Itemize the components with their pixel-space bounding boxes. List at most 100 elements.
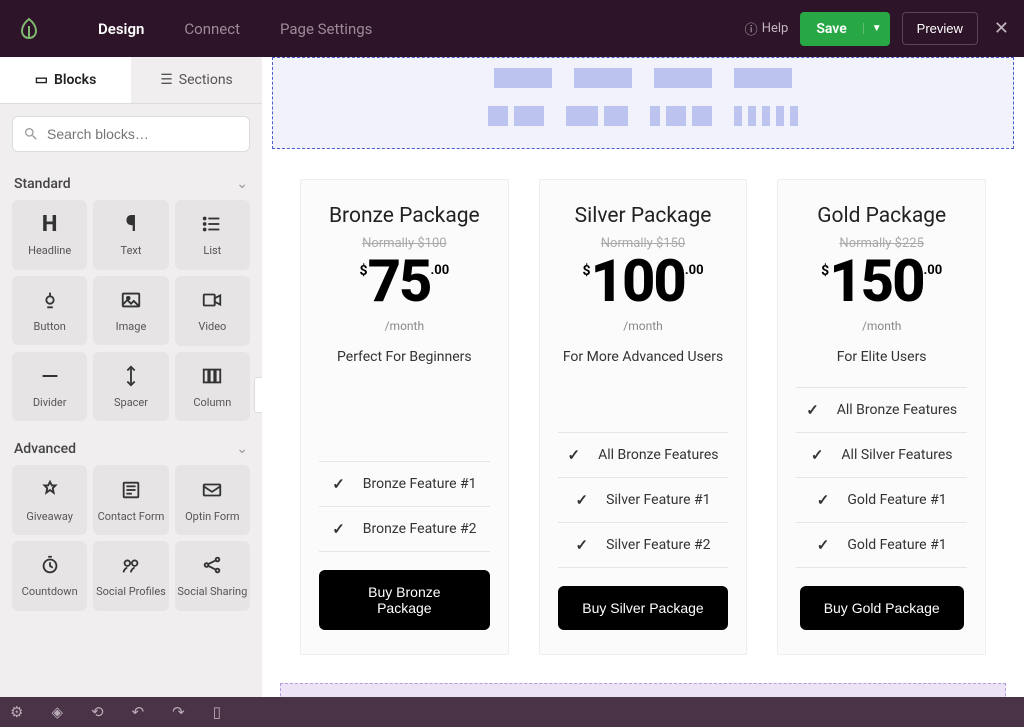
block-label: Text — [121, 244, 142, 257]
help-link[interactable]: ⓘ Help — [745, 19, 789, 38]
nav-tab-connect[interactable]: Connect — [184, 20, 240, 38]
feature-item: ✓Gold Feature #1 — [796, 478, 967, 523]
pricing-card[interactable]: Bronze Package Normally $100 $ 75 .00 /m… — [300, 179, 509, 655]
block-contactform[interactable]: Contact Form — [93, 465, 168, 535]
drop-zone[interactable]: ▥ ▭ or Drag a new block here — [280, 683, 1006, 697]
nav-tab-page-settings[interactable]: Page Settings — [280, 20, 372, 38]
block-giveaway[interactable]: Giveaway — [12, 465, 87, 535]
headline-icon: H — [42, 212, 58, 236]
block-list[interactable]: List — [175, 200, 250, 270]
pricing-row: Bronze Package Normally $100 $ 75 .00 /m… — [272, 179, 1014, 655]
check-icon: ✓ — [806, 401, 819, 419]
group-title: Standard — [14, 176, 71, 192]
spacer-icon — [120, 364, 142, 388]
block-label: Divider — [33, 396, 67, 409]
history-icon[interactable]: ⟲ — [91, 703, 104, 721]
column-icon — [201, 364, 223, 388]
block-label: Countdown — [22, 585, 78, 598]
block-text[interactable]: ¶Text — [93, 200, 168, 270]
save-label: Save — [800, 21, 862, 37]
block-label: Image — [116, 320, 147, 333]
price-decimal: .00 — [924, 263, 943, 278]
check-icon: ✓ — [576, 536, 589, 554]
redo-icon[interactable]: ↷ — [172, 703, 185, 721]
block-label: Column — [193, 396, 231, 409]
check-icon: ✓ — [576, 491, 589, 509]
top-bar: Design Connect Page Settings ⓘ Help Save… — [0, 0, 1024, 57]
blocks-icon: ▭ — [35, 72, 48, 88]
block-spacer[interactable]: Spacer — [93, 352, 168, 422]
check-icon: ✓ — [332, 475, 345, 493]
price-value: 150 — [829, 253, 923, 311]
sidebar: ▭ Blocks ☰ Sections Standard ⌄ HHeadline¶T… — [0, 57, 262, 697]
help-label: Help — [762, 21, 789, 36]
device-preview-icon[interactable]: ▯ — [213, 703, 221, 721]
undo-icon[interactable]: ↶ — [132, 703, 145, 721]
package-title: Bronze Package — [329, 204, 480, 228]
block-countdown[interactable]: Countdown — [12, 541, 87, 611]
optinform-icon — [201, 478, 223, 502]
check-icon: ✓ — [332, 520, 345, 538]
currency-symbol: $ — [821, 263, 829, 279]
block-optinform[interactable]: Optin Form — [175, 465, 250, 535]
block-socialsharing[interactable]: Social Sharing — [175, 541, 250, 611]
pricing-card[interactable]: Silver Package Normally $150 $ 100 .00 /… — [539, 179, 748, 655]
block-headline[interactable]: HHeadline — [12, 200, 87, 270]
socialsharing-icon — [201, 553, 223, 577]
block-label: List — [203, 244, 221, 257]
block-image[interactable]: Image — [93, 276, 168, 346]
block-label: Optin Form — [185, 510, 239, 523]
save-button[interactable]: Save ▼ — [800, 12, 889, 46]
chevron-down-icon: ⌄ — [236, 176, 248, 192]
check-icon: ✓ — [817, 491, 830, 509]
block-button[interactable]: Button — [12, 276, 87, 346]
button-icon — [39, 288, 61, 312]
feature-list: ✓Bronze Feature #1✓Bronze Feature #2 — [319, 461, 490, 552]
package-title: Gold Package — [817, 204, 946, 228]
settings-icon[interactable]: ⚙ — [10, 703, 23, 721]
package-period: /month — [385, 319, 424, 333]
feature-item: ✓Silver Feature #1 — [558, 478, 729, 523]
block-socialprofiles[interactable]: Social Profiles — [93, 541, 168, 611]
package-period: /month — [862, 319, 901, 333]
block-label: Video — [198, 320, 226, 333]
app-logo — [15, 15, 43, 43]
bottom-bar: ⚙ ◈ ⟲ ↶ ↷ ▯ — [0, 697, 1024, 727]
layers-icon[interactable]: ◈ — [51, 703, 63, 721]
close-icon[interactable]: ✕ — [994, 18, 1009, 39]
package-title: Silver Package — [575, 204, 712, 228]
buy-button[interactable]: Buy Bronze Package — [319, 570, 490, 630]
price-decimal: .00 — [685, 263, 704, 278]
panel-tab-blocks[interactable]: ▭ Blocks — [0, 57, 131, 103]
feature-text: Bronze Feature #2 — [363, 521, 477, 537]
placeholder-block[interactable] — [272, 57, 1014, 149]
help-icon: ⓘ — [745, 19, 758, 38]
block-column[interactable]: Column — [175, 352, 250, 422]
buy-button[interactable]: Buy Gold Package — [800, 586, 964, 630]
block-label: Social Sharing — [177, 585, 247, 598]
block-divider[interactable]: Divider — [12, 352, 87, 422]
feature-text: Silver Feature #2 — [606, 537, 710, 553]
list-icon — [201, 212, 223, 236]
feature-list: ✓All Bronze Features✓Silver Feature #1✓S… — [558, 432, 729, 568]
buy-button[interactable]: Buy Silver Package — [558, 586, 727, 630]
feature-text: Gold Feature #1 — [847, 537, 946, 553]
image-icon — [120, 288, 142, 312]
save-dropdown-icon[interactable]: ▼ — [863, 23, 890, 34]
group-header-standard[interactable]: Standard ⌄ — [0, 164, 262, 200]
block-video[interactable]: Video — [175, 276, 250, 346]
group-title: Advanced — [14, 441, 76, 457]
panel-tab-sections[interactable]: ☰ Sections — [131, 57, 262, 103]
pricing-card[interactable]: Gold Package Normally $225 $ 150 .00 /mo… — [777, 179, 986, 655]
divider-icon — [39, 364, 61, 388]
giveaway-icon — [39, 478, 61, 502]
group-header-advanced[interactable]: Advanced⌄ — [0, 429, 262, 465]
check-icon: ✓ — [568, 446, 581, 464]
feature-item: ✓All Bronze Features — [796, 388, 967, 433]
canvas[interactable]: Bronze Package Normally $100 $ 75 .00 /m… — [262, 57, 1024, 697]
preview-button[interactable]: Preview — [902, 12, 978, 45]
nav-tab-design[interactable]: Design — [98, 20, 144, 38]
search-input[interactable] — [12, 116, 250, 152]
feature-text: All Bronze Features — [598, 447, 718, 463]
panel-tab-label: Blocks — [54, 72, 96, 88]
